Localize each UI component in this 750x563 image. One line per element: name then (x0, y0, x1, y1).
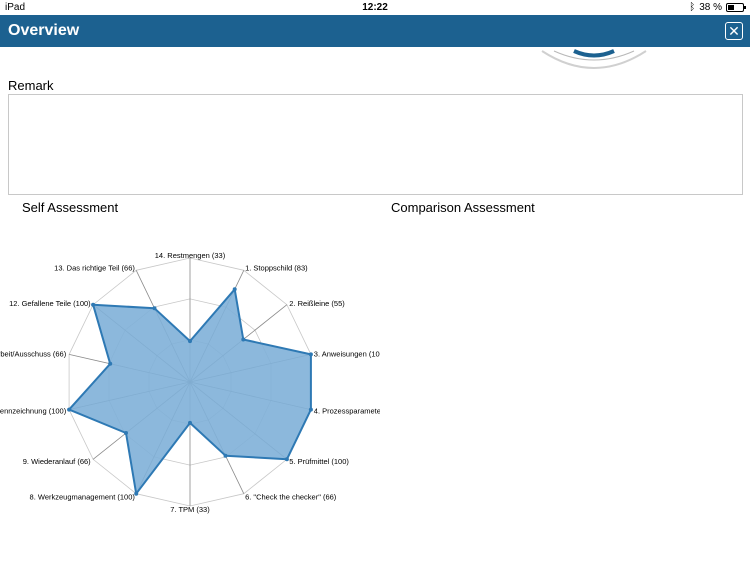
radar-label-5: 5. Prüfmittel (100) (289, 457, 349, 466)
radar-label-3: 3. Anweisungen (100) (314, 350, 380, 359)
radar-label-1: 1. Stoppschild (83) (245, 264, 308, 273)
radar-label-13: 13. Das richtige Teil (66) (54, 264, 135, 273)
self-assessment-title: Self Assessment (22, 200, 119, 215)
radar-label-12: 12. Gefallene Teile (100) (9, 299, 91, 308)
radar-label-11: 11. Nacharbeit/Ausschuss (66) (0, 350, 67, 359)
status-bar: iPad 12:22 ᛒ 38 % (0, 0, 750, 15)
remark-label: Remark (8, 78, 54, 93)
radar-point-13 (152, 306, 157, 311)
battery-icon (726, 3, 746, 12)
radar-point-11 (108, 361, 113, 366)
radar-point-10 (67, 407, 72, 412)
radar-point-3 (308, 352, 313, 357)
battery-percent: 38 % (699, 2, 722, 13)
radar-point-5 (284, 457, 289, 462)
radar-label-6: 6. "Check the checker" (66) (245, 492, 337, 501)
nav-bar: Overview ✕ (0, 15, 750, 47)
self-assessment-radar-chart: 1. Stoppschild (83) 2. Reißleine (55) 3. A… (0, 251, 380, 514)
radar-point-6 (223, 453, 228, 458)
bluetooth-icon: ᛒ (689, 2, 696, 13)
radar-label-10: 10. Kennzeichnung (100) (0, 406, 67, 415)
radar-label-9: 9. Wiederanlauf (66) (23, 457, 91, 466)
close-icon: ✕ (728, 23, 740, 39)
radar-label-2: 2. Reißleine (55) (289, 299, 345, 308)
radar-point-14 (188, 339, 192, 344)
page-title: Overview (8, 22, 80, 39)
radar-point-4 (308, 407, 313, 412)
radar-label-4: 4. Prozessparameter (100) (314, 406, 380, 415)
radar-label-8: 8. Werkzeugmanagement (100) (30, 492, 136, 501)
close-button[interactable]: ✕ (725, 22, 743, 40)
radar-point-7 (188, 420, 192, 425)
status-right: ᛒ 38 % (689, 2, 746, 13)
clock: 12:22 (362, 2, 388, 13)
gauge-partial (541, 49, 647, 69)
radar-label-7: 7. TPM (33) (170, 505, 210, 514)
gauge-arc-fill (573, 49, 615, 58)
radar-point-2 (241, 337, 246, 342)
remark-textarea[interactable] (8, 94, 743, 195)
radar-point-1 (232, 287, 237, 292)
radar-label-14: 14. Restmengen (33) (155, 251, 226, 260)
comparison-assessment-title: Comparison Assessment (391, 200, 535, 215)
radar-point-9 (124, 431, 128, 435)
radar-point-12 (91, 302, 96, 307)
